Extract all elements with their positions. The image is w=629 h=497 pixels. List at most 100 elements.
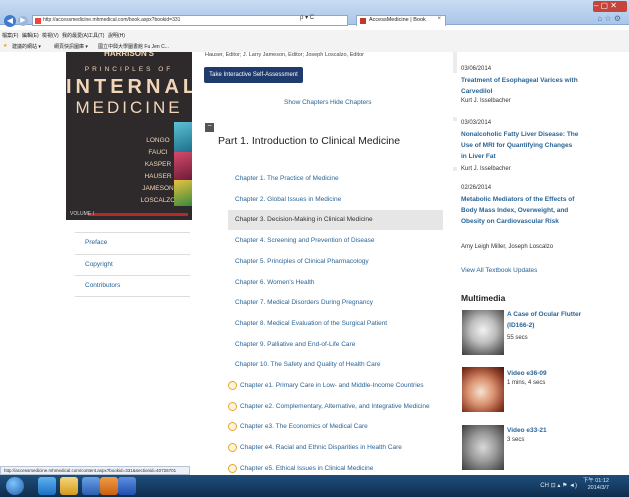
chapter-link[interactable]: Chapter e2. Complementary, Alternative, …	[240, 403, 430, 410]
leftnav-label[interactable]: Contributors	[85, 282, 120, 289]
chapter-link[interactable]: Chapter 4. Screening and Prevention of D…	[235, 237, 374, 244]
chapter-link[interactable]: Chapter 9. Palliative and End-of-Life Ca…	[235, 341, 355, 348]
update-author: Kurt J. Isselbacher	[461, 166, 511, 172]
menu-edit[interactable]: 編輯(E)	[22, 32, 39, 39]
collapse-part-icon[interactable]: −	[205, 123, 214, 132]
cover-author: FAUCI	[148, 149, 168, 156]
menu-tools[interactable]: 工具(T)	[88, 32, 104, 39]
web-only-chapter-icon	[228, 381, 237, 390]
media-player-taskbar-icon[interactable]	[82, 477, 100, 495]
menu-bar: 檔案(F) 編輯(E) 檢視(V) 我的最愛(A) 工具(T) 說明(H)	[0, 30, 629, 40]
explorer-taskbar-icon[interactable]	[60, 477, 78, 495]
chapter-row[interactable]: Chapter 2. Global Issues in Medicine	[228, 190, 443, 210]
part-title: Part 1. Introduction to Clinical Medicin…	[218, 135, 401, 147]
ie-taskbar-icon[interactable]	[38, 477, 56, 495]
leftnav-label[interactable]: Preface	[85, 239, 107, 246]
window-controls[interactable]: ‒ ▢ ✕	[593, 1, 627, 12]
leftnav-contributors[interactable]: Contributors	[75, 275, 190, 297]
chapter-row[interactable]: Chapter 7. Medical Disorders During Preg…	[228, 293, 443, 313]
chapter-link[interactable]: Chapter 2. Global Issues in Medicine	[235, 196, 341, 203]
multimedia-title[interactable]: Video e36-09	[507, 368, 587, 379]
chapter-row[interactable]: Chapter 9. Palliative and End-of-Life Ca…	[228, 335, 443, 355]
view-all-updates-link[interactable]: View All Textbook Updates	[461, 267, 537, 274]
tab-title[interactable]: AccessMedicine | Book	[369, 17, 426, 23]
book-cover[interactable]: HARRISON'S PRINCIPLES OF INTERNAL MEDICI…	[66, 52, 192, 220]
back-icon[interactable]: ◀	[4, 15, 16, 27]
site-icon	[35, 18, 41, 24]
start-button[interactable]	[6, 477, 24, 495]
leftnav-label[interactable]: Copyright	[85, 261, 113, 268]
cover-harrisons: HARRISON'S	[104, 52, 154, 58]
chapter-row[interactable]: Chapter 3. Decision-Making in Clinical M…	[228, 210, 443, 231]
forward-icon[interactable]: ▶	[18, 16, 28, 26]
cover-author: LOSCALZO	[140, 197, 176, 204]
web-only-chapter-icon	[228, 401, 237, 411]
chapter-row[interactable]: Chapter e2. Complementary, Alternative, …	[228, 397, 443, 417]
chapter-link[interactable]: Chapter e4. Racial and Ethnic Disparitie…	[240, 444, 402, 451]
chapter-row[interactable]: Chapter e1. Primary Care in Low- and Mid…	[228, 376, 443, 396]
chapter-link[interactable]: Chapter 8. Medical Evaluation of the Sur…	[235, 320, 387, 327]
update-author: Amy Leigh Miller, Joseph Loscalzo	[461, 244, 554, 250]
word-taskbar-icon[interactable]	[118, 477, 136, 495]
menu-view[interactable]: 檢視(V)	[42, 32, 59, 39]
update-date: 03/06/2014	[461, 66, 492, 72]
cover-art-panel	[174, 122, 192, 152]
chapter-row[interactable]: Chapter e4. Racial and Ethnic Disparitie…	[228, 438, 443, 458]
cover-authors: LONGO FAUCI KASPER HAUSER JAMESON LOSCAL…	[138, 135, 178, 207]
address-bar-url[interactable]: http://accessmedicine.mhmedical.com/book…	[43, 17, 180, 23]
cover-medicine: MEDICINE	[75, 98, 183, 117]
chapter-row[interactable]: Chapter 5. Principles of Clinical Pharma…	[228, 252, 443, 272]
chapter-link[interactable]: Chapter 3. Decision-Making in Clinical M…	[235, 216, 373, 223]
chapter-link[interactable]: Chapter e5. Ethical Issues in Clinical M…	[240, 465, 373, 472]
updates-divider	[453, 52, 457, 73]
tab-close-icon[interactable]: ×	[437, 16, 441, 22]
show-chapters-link[interactable]: Show Chapters	[284, 99, 328, 106]
favorite-suggested-sites[interactable]: 建議的網站 ▾	[12, 43, 41, 50]
cover-volume: VOLUME I	[70, 211, 94, 217]
system-tray-icons[interactable]: CH ⊡ ▴ ⚑ ◄)	[540, 482, 577, 489]
cover-author: JAMESON	[142, 185, 174, 192]
chapter-link[interactable]: Chapter e3. The Economics of Medical Car…	[240, 423, 368, 430]
home-favorites-tools-icons[interactable]: ⌂ ☆ ⚙	[597, 14, 621, 23]
chapter-link[interactable]: Chapter 6. Women's Health	[235, 279, 315, 286]
address-bar-actions[interactable]: ρ ▾ C	[300, 14, 314, 21]
window-controls-label[interactable]: ‒ ▢ ✕	[594, 1, 617, 10]
chapter-row[interactable]: Chapter 1. The Practice of Medicine	[228, 169, 443, 189]
hide-chapters-link[interactable]: Hide Chapters	[330, 99, 372, 106]
multimedia-title[interactable]: A Case of Ocular Flutter (ID166-2)	[507, 309, 587, 331]
chapter-row[interactable]: Chapter 4. Screening and Prevention of D…	[228, 231, 443, 251]
favorite-web-slices[interactable]: 網頁快訊圖庫 ▾	[54, 43, 88, 50]
chapter-row[interactable]: Chapter 6. Women's Health	[228, 273, 443, 293]
update-date: 02/26/2014	[461, 185, 492, 191]
leftnav-preface[interactable]: Preface	[75, 232, 190, 253]
chapter-link[interactable]: Chapter e1. Primary Care in Low- and Mid…	[240, 382, 424, 389]
update-title[interactable]: Treatment of Esophageal Varices with Car…	[461, 75, 579, 97]
favorite-library[interactable]: 國立中興大學圖書館 Fu Jen C...	[98, 43, 169, 50]
cover-principles: PRINCIPLES OF	[84, 66, 174, 73]
cover-author: KASPER	[144, 161, 172, 168]
multimedia-title[interactable]: Video e33-21	[507, 425, 587, 436]
menu-favorites[interactable]: 我的最愛(A)	[62, 32, 89, 39]
leftnav-copyright[interactable]: Copyright	[75, 254, 190, 275]
clock[interactable]: 下午 01:12 2014/3/7	[583, 478, 609, 492]
chapter-link[interactable]: Chapter 1. The Practice of Medicine	[235, 175, 339, 182]
chapter-link[interactable]: Chapter 5. Principles of Clinical Pharma…	[235, 258, 369, 265]
menu-help[interactable]: 說明(H)	[108, 32, 125, 39]
chapter-row[interactable]: Chapter 10. The Safety and Quality of He…	[228, 355, 443, 375]
menu-file[interactable]: 檔案(F)	[2, 32, 18, 39]
powerpoint-taskbar-icon[interactable]	[100, 477, 118, 495]
tab-accessmedicine[interactable]: AccessMedicine | Book ×	[356, 15, 446, 26]
video-thumbnail[interactable]	[462, 310, 504, 355]
update-author: Kurt J. Isselbacher	[461, 98, 511, 104]
self-assessment-button[interactable]: Take Interactive Self-Assessment	[204, 67, 303, 83]
chapter-link[interactable]: Chapter 10. The Safety and Quality of He…	[235, 361, 381, 368]
chapter-row[interactable]: Chapter e3. The Economics of Medical Car…	[228, 417, 443, 437]
chapter-row[interactable]: Chapter 8. Medical Evaluation of the Sur…	[228, 314, 443, 334]
chapter-link[interactable]: Chapter 7. Medical Disorders During Preg…	[235, 299, 373, 306]
update-title[interactable]: Metabolic Mediators of the Effects of Bo…	[461, 194, 579, 227]
favorites-star-icon[interactable]: ★	[3, 43, 7, 49]
chapter-row[interactable]: Chapter e5. Ethical Issues in Clinical M…	[228, 459, 443, 473]
video-thumbnail[interactable]	[462, 425, 504, 470]
video-thumbnail[interactable]	[462, 367, 504, 412]
update-title[interactable]: Nonalcoholic Fatty Liver Disease: The Us…	[461, 129, 579, 162]
